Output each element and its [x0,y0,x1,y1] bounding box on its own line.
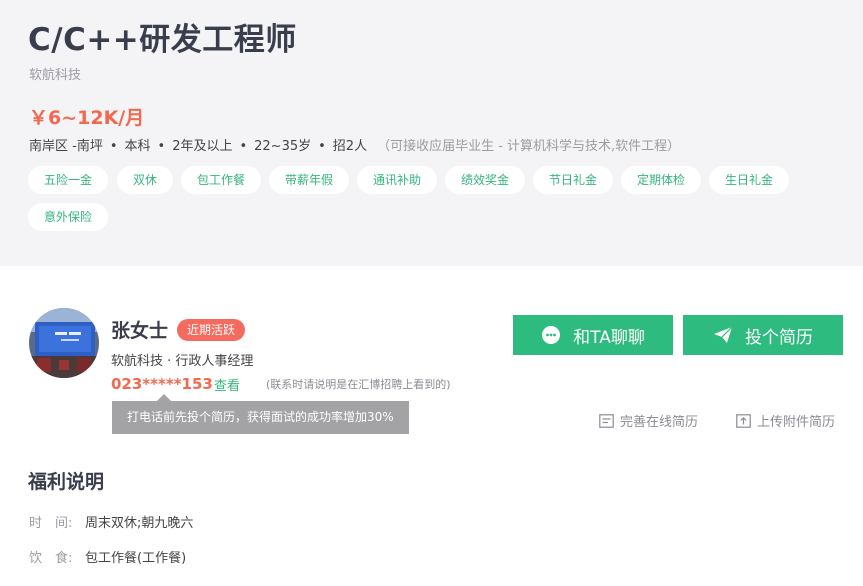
view-phone-link[interactable]: 查看 [214,375,240,394]
benefit-tag: 带薪年假 [269,166,350,194]
recruiter-role: 软航科技 · 行政人事经理 [111,354,254,369]
apply-button-label: 投个简历 [745,327,813,348]
benefit-row-time: 时 间: 周末双休;朝九晚六 [29,512,193,531]
meta-experience: 2年及以上 [172,139,233,154]
job-header: C/C++研发工程师 软航科技 ￥6~12K/月 南岸区 -南坪 • 本科 • 2年及以… [0,0,863,266]
benefit-tag: 通讯补助 [357,166,438,194]
benefits-section-title: 福利说明 [28,471,105,493]
benefit-tag: 定期体检 [621,166,702,194]
chat-button[interactable]: 和TA聊聊 [513,315,673,355]
apply-tip-tooltip: 打电话前先投个简历，获得面试的成功率增加30% [112,394,409,434]
job-title: C/C++研发工程师 [28,22,297,58]
company-name[interactable]: 软航科技 [29,64,81,83]
job-meta: 南岸区 -南坪 • 本科 • 2年及以上 • 22~35岁 • 招2人 （可接收应届毕业生 - 计… [29,139,681,154]
document-icon [599,413,614,428]
benefit-tag: 意外保险 [28,203,109,231]
benefit-row-food: 饮 食: 包工作餐(工作餐) [29,547,186,566]
chat-button-label: 和TA聊聊 [573,327,645,348]
recruiter-name: 张女士 [111,320,169,342]
complete-online-resume-label: 完善在线简历 [620,415,699,430]
meta-location: 南岸区 -南坪 [29,139,103,154]
upload-attachment-resume-label: 上传附件简历 [757,415,836,430]
benefit-tag: 五险一金 [28,166,109,194]
recruiter-avatar [29,308,99,378]
complete-online-resume-link[interactable]: 完善在线简历 [599,411,698,430]
recruiter-phone: 023*****153 [111,375,213,393]
meta-headcount: 招2人 [332,139,368,154]
benefit-label: 饮 食: [29,551,73,566]
benefit-tag: 生日礼金 [709,166,790,194]
salary: ￥6~12K/月 [29,107,145,129]
benefit-tag: 包工作餐 [181,166,262,194]
upload-icon [736,413,751,428]
phone-note: (联系时请说明是在汇博招聘上看到的) [266,378,451,391]
active-badge: 近期活跃 [177,319,246,341]
benefit-label: 时 间: [29,516,73,531]
benefit-value: 周末双休;朝九晚六 [85,516,194,531]
apply-button[interactable]: 投个简历 [683,315,843,355]
paper-plane-icon [713,326,733,344]
meta-note: （可接收应届毕业生 - 计算机科学与技术,软件工程） [377,139,681,154]
benefit-value: 包工作餐(工作餐) [85,551,187,566]
avatar-photo [29,308,99,378]
benefit-tag: 双休 [117,166,174,194]
benefit-tag: 绩效奖金 [445,166,526,194]
upload-attachment-resume-link[interactable]: 上传附件简历 [736,411,835,430]
meta-age: 22~35岁 [254,139,312,154]
meta-education: 本科 [124,139,151,154]
benefit-tag: 节日礼金 [533,166,614,194]
chat-bubble-icon [541,325,561,345]
